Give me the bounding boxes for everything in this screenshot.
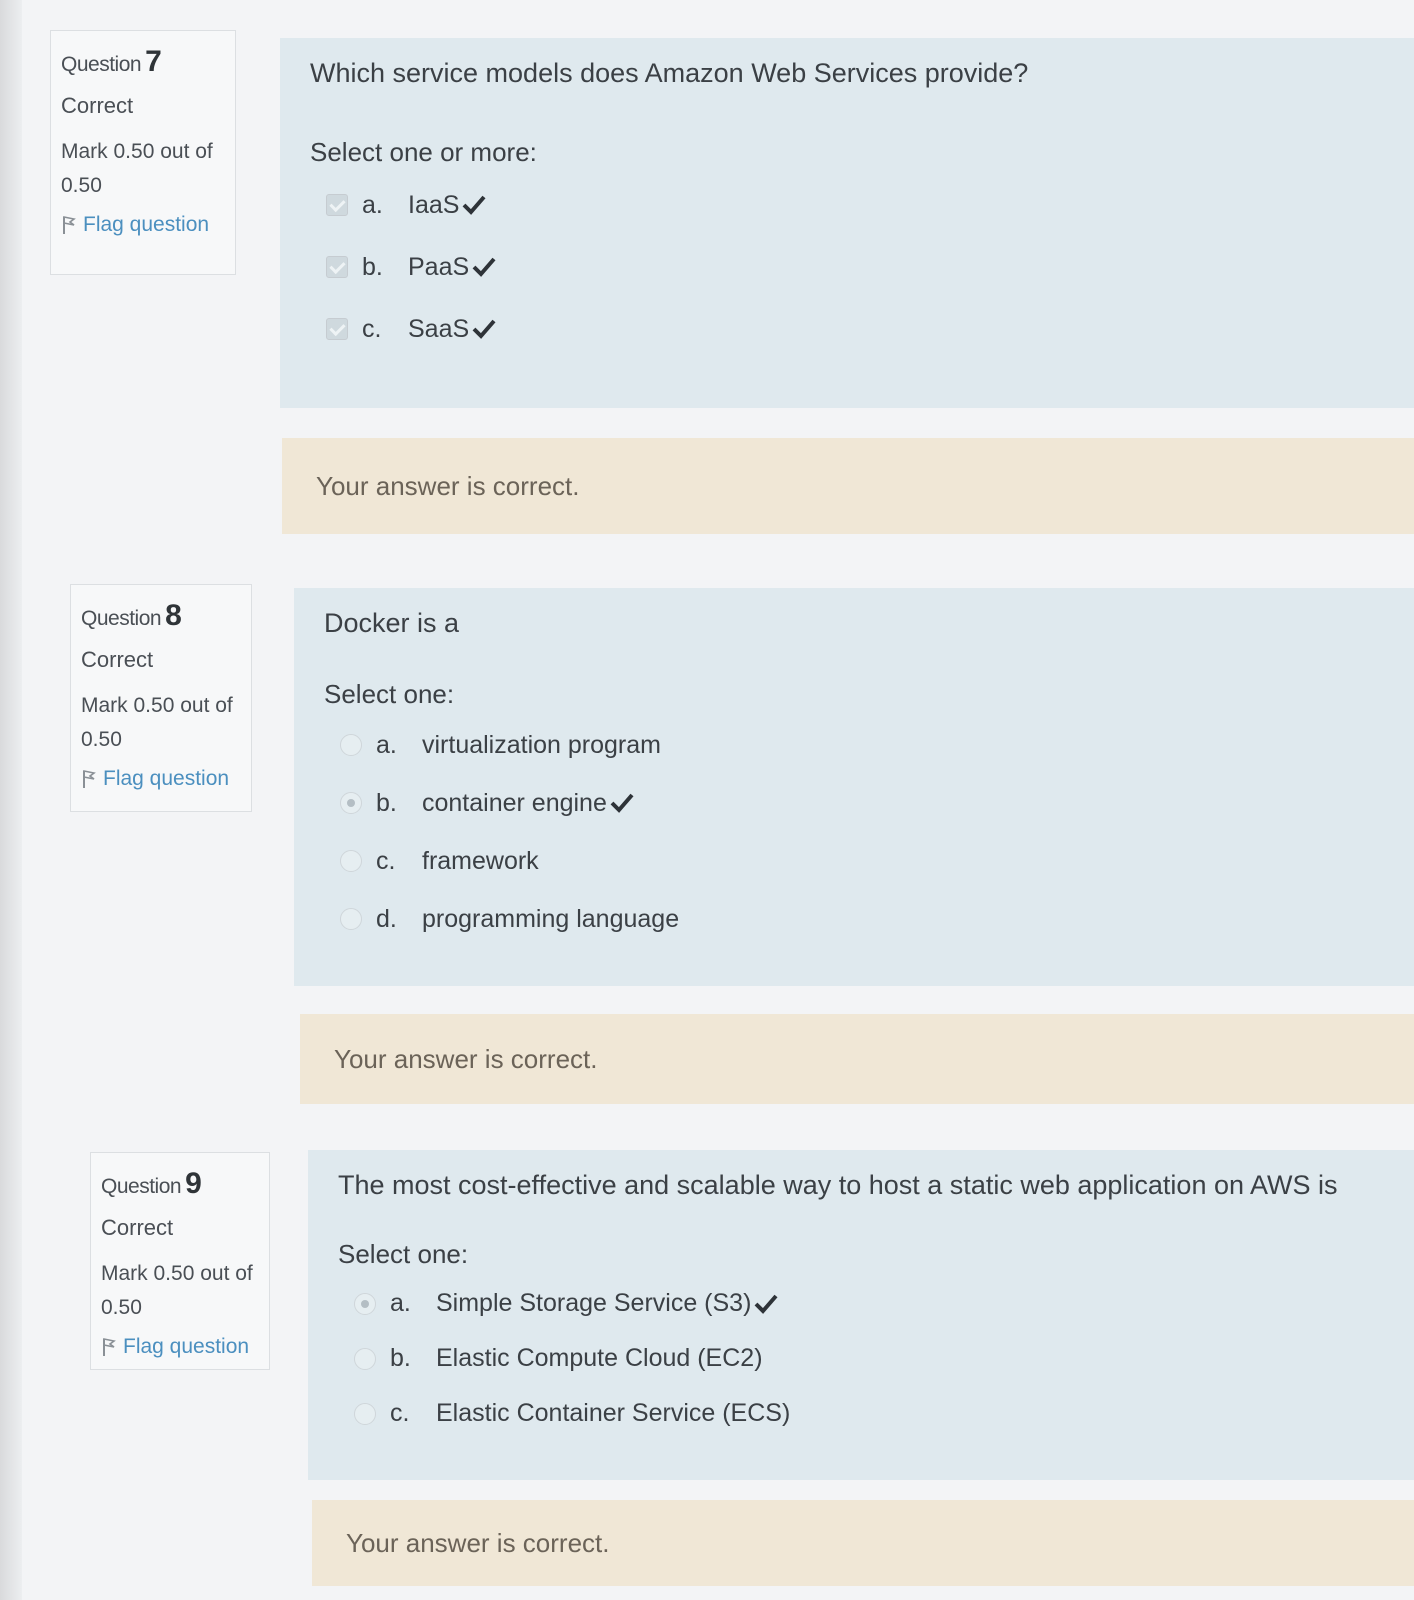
answer-feedback: Your answer is correct. bbox=[282, 438, 1414, 534]
answer-label: Elastic Compute Cloud (EC2) bbox=[436, 1344, 763, 1372]
question-number-value: 8 bbox=[165, 599, 182, 632]
answer-radio[interactable] bbox=[354, 1292, 376, 1315]
flag-question-label: Flag question bbox=[83, 213, 210, 236]
answer-letter: c. bbox=[362, 314, 382, 343]
answer-option-b[interactable]: b. Elastic Compute Cloud (EC2) bbox=[338, 1331, 1384, 1386]
answer-letter: a. bbox=[362, 190, 383, 219]
answer-letter: a. bbox=[376, 730, 397, 759]
answer-list: a. IaaS b. PaaS c. SaaS bbox=[310, 174, 1384, 360]
question-number-value: 7 bbox=[145, 45, 162, 78]
check-icon bbox=[472, 319, 496, 339]
answer-option-c[interactable]: c. framework bbox=[324, 832, 1384, 890]
answer-radio[interactable] bbox=[340, 850, 362, 872]
question-text: Which service models does Amazon Web Ser… bbox=[310, 58, 1029, 88]
answer-option-a[interactable]: a. Simple Storage Service (S3) bbox=[338, 1276, 1384, 1331]
answer-label: SaaS bbox=[408, 314, 470, 343]
answer-option-b[interactable]: b. PaaS bbox=[310, 236, 1384, 298]
answer-prompt: Select one: bbox=[338, 1239, 469, 1269]
answer-option-a[interactable]: a. IaaS bbox=[310, 174, 1384, 236]
answer-radio[interactable] bbox=[340, 734, 362, 756]
answer-option-d[interactable]: d. programming language bbox=[324, 890, 1384, 948]
answer-label: Simple Storage Service (S3) bbox=[436, 1289, 752, 1317]
answer-prompt: Select one: bbox=[324, 679, 455, 709]
question-info: Question 9 Correct Mark 0.50 out of 0.50 … bbox=[90, 1152, 270, 1370]
answer-label: programming language bbox=[422, 904, 680, 933]
question-info: Question 7 Correct Mark 0.50 out of 0.50 … bbox=[50, 30, 236, 275]
question-label: Question bbox=[101, 1175, 182, 1198]
flag-question-label: Flag question bbox=[123, 1335, 250, 1358]
answer-label: Elastic Container Service (ECS) bbox=[436, 1399, 791, 1427]
answer-label: IaaS bbox=[408, 190, 460, 219]
question-grade: Mark 0.50 out of 0.50 bbox=[101, 1257, 261, 1325]
grade-line: Mark 0.50 out of bbox=[101, 1262, 253, 1285]
answer-option-c[interactable]: c. SaaS bbox=[310, 298, 1384, 360]
flag-question-link[interactable]: Flag question bbox=[81, 767, 243, 791]
flag-question-link[interactable]: Flag question bbox=[101, 1335, 261, 1359]
answer-letter: c. bbox=[376, 846, 396, 875]
question-formulation: Which service models does Amazon Web Ser… bbox=[280, 38, 1414, 408]
answer-letter: b. bbox=[390, 1344, 411, 1372]
question-number-value: 9 bbox=[185, 1167, 202, 1200]
grade-max: 0.50 bbox=[101, 1296, 142, 1319]
grade-line: Mark 0.50 out of bbox=[81, 694, 233, 717]
answer-radio[interactable] bbox=[354, 1402, 376, 1425]
question-label: Question bbox=[81, 607, 162, 630]
answer-feedback: Your answer is correct. bbox=[300, 1014, 1414, 1104]
question-text: The most cost-effective and scalable way… bbox=[338, 1170, 1338, 1200]
check-icon bbox=[472, 257, 496, 277]
check-icon bbox=[754, 1294, 778, 1314]
answer-label: PaaS bbox=[408, 252, 470, 281]
flag-question-label: Flag question bbox=[103, 767, 230, 790]
question-grade: Mark 0.50 out of 0.50 bbox=[81, 689, 243, 757]
answer-letter: b. bbox=[362, 252, 383, 281]
answer-letter: b. bbox=[376, 788, 397, 817]
answer-label: framework bbox=[422, 846, 539, 875]
flag-icon bbox=[63, 216, 76, 234]
question-formulation: The most cost-effective and scalable way… bbox=[308, 1150, 1414, 1480]
answer-checkbox[interactable] bbox=[326, 318, 348, 340]
question-state: Correct bbox=[61, 93, 134, 118]
question-state: Correct bbox=[101, 1215, 174, 1240]
answer-option-b[interactable]: b. container engine bbox=[324, 774, 1384, 832]
answer-label: container engine bbox=[422, 788, 607, 817]
check-icon bbox=[610, 793, 634, 813]
question-text: Docker is a bbox=[324, 608, 460, 638]
answer-radio[interactable] bbox=[354, 1347, 376, 1370]
answer-prompt: Select one or more: bbox=[310, 137, 537, 167]
answer-letter: d. bbox=[376, 904, 397, 933]
answer-option-a[interactable]: a. virtualization program bbox=[324, 716, 1384, 774]
answer-radio[interactable] bbox=[340, 792, 362, 814]
question-number: Question 8 bbox=[81, 599, 243, 633]
question-formulation: Docker is a Select one: a. virtualizatio… bbox=[294, 588, 1414, 986]
answer-letter: c. bbox=[390, 1399, 410, 1427]
answer-feedback: Your answer is correct. bbox=[312, 1500, 1414, 1586]
answer-label: virtualization program bbox=[422, 730, 661, 759]
flag-icon bbox=[83, 770, 96, 788]
grade-max: 0.50 bbox=[81, 728, 122, 751]
answer-checkbox[interactable] bbox=[326, 256, 348, 278]
flag-question-link[interactable]: Flag question bbox=[61, 213, 227, 237]
answer-option-c[interactable]: c. Elastic Container Service (ECS) bbox=[338, 1386, 1384, 1441]
check-icon bbox=[463, 195, 486, 215]
grade-max: 0.50 bbox=[61, 174, 102, 197]
answer-list: a. Simple Storage Service (S3) b. Elasti… bbox=[338, 1276, 1384, 1441]
question-number: Question 7 bbox=[61, 45, 227, 79]
answer-checkbox[interactable] bbox=[326, 194, 348, 216]
question-number: Question 9 bbox=[101, 1167, 261, 1201]
question-grade: Mark 0.50 out of 0.50 bbox=[61, 135, 227, 203]
answer-list: a. virtualization program b. container e… bbox=[324, 716, 1384, 948]
page-edge bbox=[0, 0, 22, 1600]
question-state: Correct bbox=[81, 647, 154, 672]
grade-line: Mark 0.50 out of bbox=[61, 140, 213, 163]
answer-letter: a. bbox=[390, 1289, 411, 1317]
answer-radio[interactable] bbox=[340, 908, 362, 930]
flag-icon bbox=[103, 1338, 116, 1356]
question-info: Question 8 Correct Mark 0.50 out of 0.50 … bbox=[70, 584, 252, 812]
question-label: Question bbox=[61, 53, 142, 76]
